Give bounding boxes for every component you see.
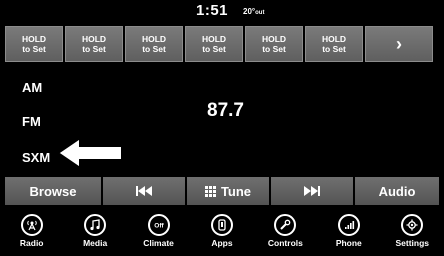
preset-3-button[interactable]: HOLD to Set bbox=[125, 26, 183, 62]
tune-button[interactable]: Tune bbox=[187, 177, 269, 205]
preset-4-button[interactable]: HOLD to Set bbox=[185, 26, 243, 62]
next-presets-button[interactable]: › bbox=[365, 26, 433, 62]
preset-6-button[interactable]: HOLD to Set bbox=[305, 26, 363, 62]
band-am-button[interactable]: AM bbox=[22, 80, 42, 95]
audio-button[interactable]: Audio bbox=[355, 177, 439, 205]
gear-icon bbox=[401, 214, 424, 236]
preset-1-button[interactable]: HOLD to Set bbox=[5, 26, 63, 62]
clock: 1:51 bbox=[196, 2, 229, 19]
dock-radio[interactable]: Radio bbox=[2, 212, 62, 256]
grid-icon bbox=[204, 185, 216, 197]
apps-icon bbox=[210, 214, 233, 236]
chevron-right-icon: › bbox=[396, 34, 402, 54]
seek-back-button[interactable] bbox=[103, 177, 185, 205]
browse-button[interactable]: Browse bbox=[5, 177, 101, 205]
preset-row: HOLD to Set HOLD to Set HOLD to Set HOLD to … bbox=[5, 26, 439, 62]
preset-2-button[interactable]: HOLD to Set bbox=[65, 26, 123, 62]
preset-5-button[interactable]: HOLD to Set bbox=[245, 26, 303, 62]
dock-climate[interactable]: Off Climate bbox=[129, 212, 189, 256]
phone-icon bbox=[337, 214, 360, 236]
seek-forward-icon bbox=[304, 186, 320, 196]
dock-settings[interactable]: Settings bbox=[382, 212, 442, 256]
dock-media[interactable]: Media bbox=[65, 212, 125, 256]
seek-forward-button[interactable] bbox=[271, 177, 353, 205]
pointer-arrow-icon bbox=[56, 136, 123, 170]
seek-back-icon bbox=[136, 186, 152, 196]
band-sxm-button[interactable]: SXM bbox=[22, 150, 50, 165]
station-frequency: 87.7 bbox=[207, 100, 244, 121]
band-fm-button[interactable]: FM bbox=[22, 114, 41, 129]
dock-apps[interactable]: Apps bbox=[192, 212, 252, 256]
dock-phone[interactable]: Phone bbox=[319, 212, 379, 256]
bottom-dock: Radio Media Off Climate Apps Controls Ph… bbox=[0, 212, 444, 256]
radio-toolbar: Browse Tune Audio bbox=[5, 177, 439, 205]
wrench-icon bbox=[274, 214, 297, 236]
status-bar: 1:51 20°out bbox=[0, 0, 444, 22]
svg-text:Off: Off bbox=[154, 223, 164, 230]
music-note-icon bbox=[84, 214, 107, 236]
outside-temperature: 20°out bbox=[243, 7, 265, 16]
climate-off-icon: Off bbox=[147, 214, 170, 236]
dock-controls[interactable]: Controls bbox=[255, 212, 315, 256]
radio-antenna-icon bbox=[20, 214, 43, 236]
